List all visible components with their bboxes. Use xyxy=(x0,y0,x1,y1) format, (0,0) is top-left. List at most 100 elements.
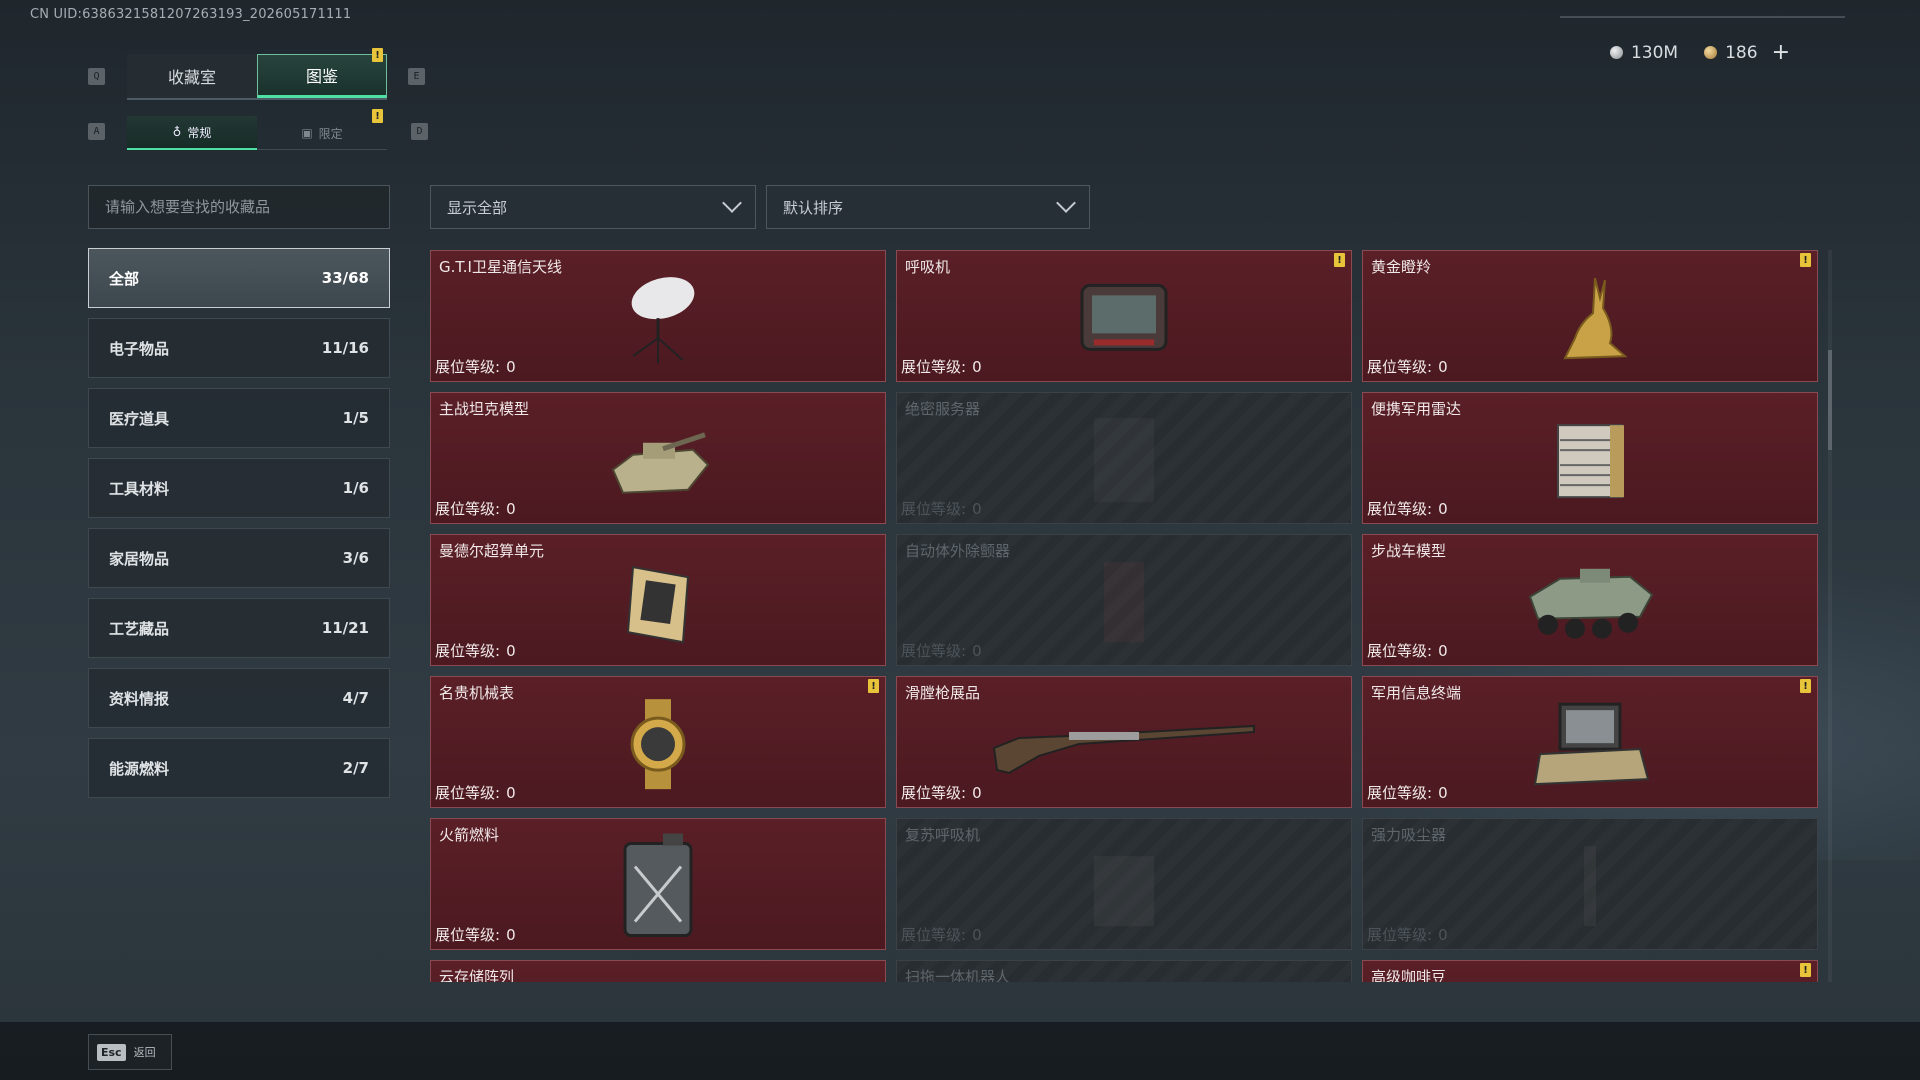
booth-level-label: 展位等级: xyxy=(901,642,967,660)
new-item-badge: ! xyxy=(1800,963,1811,977)
booth-level: 展位等级: 0 xyxy=(435,924,516,945)
booth-level: 展位等级: 0 xyxy=(435,498,516,519)
category-item[interactable]: 能源燃料 2/7 xyxy=(88,738,390,798)
bottom-bar xyxy=(0,1022,1920,1080)
collection-card[interactable]: 扫拖一体机器人 xyxy=(896,960,1352,982)
item-name: 便携军用雷达 xyxy=(1371,400,1462,418)
item-name: 高级咖啡豆 xyxy=(1371,968,1447,982)
category-item[interactable]: 医疗道具 1/5 xyxy=(88,388,390,448)
alert-badge: ! xyxy=(372,109,383,123)
collection-card[interactable]: 主战坦克模型 展位等级: 0 xyxy=(430,392,886,524)
category-item[interactable]: 家居物品 3/6 xyxy=(88,528,390,588)
new-item-badge: ! xyxy=(1800,253,1811,267)
category-count: 3/6 xyxy=(342,549,369,567)
add-currency-button[interactable]: + xyxy=(1772,40,1790,65)
booth-level-value: 0 xyxy=(506,926,516,944)
booth-level-label: 展位等级: xyxy=(1367,500,1433,518)
collection-card[interactable]: 名贵机械表 展位等级: 0! xyxy=(430,676,886,808)
silver-currency: 130M xyxy=(1609,42,1679,63)
alert-badge: ! xyxy=(372,48,383,62)
booth-level-label: 展位等级: xyxy=(435,358,501,376)
server-icon xyxy=(1079,410,1169,514)
key-hint-e: E xyxy=(408,68,425,85)
collection-card[interactable]: 强力吸尘器 展位等级: 0 xyxy=(1362,818,1818,950)
sort-dropdown[interactable]: 默认排序 xyxy=(766,185,1090,229)
collection-card[interactable]: G.T.I卫星通信天线展位等级: 0 xyxy=(430,250,886,382)
item-name: 步战车模型 xyxy=(1371,542,1447,560)
collection-card[interactable]: 云存储阵列 xyxy=(430,960,886,982)
booth-level-label: 展位等级: xyxy=(1367,358,1433,376)
collection-card[interactable]: 军用信息终端 展位等级: 0! xyxy=(1362,676,1818,808)
category-item[interactable]: 工具材料 1/6 xyxy=(88,458,390,518)
key-hint-d: D xyxy=(411,123,428,140)
item-name: 黄金瞪羚 xyxy=(1371,258,1432,276)
collection-card[interactable]: 复苏呼吸机 展位等级: 0 xyxy=(896,818,1352,950)
booth-level-label: 展位等级: xyxy=(1367,642,1433,660)
collection-card[interactable]: 黄金瞪羚 展位等级: 0! xyxy=(1362,250,1818,382)
category-count: 11/16 xyxy=(321,339,369,357)
collection-card[interactable]: 高级咖啡豆! xyxy=(1362,960,1818,982)
collection-card[interactable]: 自动体外除颤器 展位等级: 0 xyxy=(896,534,1352,666)
new-item-badge: ! xyxy=(868,679,879,693)
main-tabs: 收藏室 图鉴 xyxy=(127,54,387,100)
booth-level-value: 0 xyxy=(972,358,982,376)
silver-amount: 130M xyxy=(1630,42,1679,63)
collection-card[interactable]: 绝密服务器 展位等级: 0 xyxy=(896,392,1352,524)
item-name: 复苏呼吸机 xyxy=(905,826,981,844)
sub-tabs: ♁ 常规 ▣ 限定 xyxy=(127,116,387,150)
category-count: 33/68 xyxy=(321,269,369,287)
category-item[interactable]: 电子物品 11/16 xyxy=(88,318,390,378)
subtab-limited-label: 限定 xyxy=(318,126,343,141)
category-item[interactable]: 资料情报 4/7 xyxy=(88,668,390,728)
item-name: 云存储阵列 xyxy=(439,968,515,982)
collection-card[interactable]: 呼吸机 展位等级: 0! xyxy=(896,250,1352,382)
item-name: 火箭燃料 xyxy=(439,826,500,844)
collection-card[interactable]: 曼德尔超算单元 展位等级: 0 xyxy=(430,534,886,666)
item-name: 扫拖一体机器人 xyxy=(905,968,1011,982)
collection-card[interactable]: 滑膛枪展品 展位等级: 0 xyxy=(896,676,1352,808)
booth-level-label: 展位等级: xyxy=(1367,926,1433,944)
tab-catalog[interactable]: 图鉴 xyxy=(257,54,387,98)
back-button[interactable]: Esc 返回 xyxy=(88,1034,172,1070)
collection-card[interactable]: 火箭燃料展位等级: 0 xyxy=(430,818,886,950)
item-name: 曼德尔超算单元 xyxy=(439,542,545,560)
musket-icon xyxy=(989,708,1259,782)
collection-card[interactable]: 便携军用雷达 展位等级: 0 xyxy=(1362,392,1818,524)
item-name: 强力吸尘器 xyxy=(1371,826,1447,844)
supercomputer-unit-icon xyxy=(608,552,708,656)
category-item[interactable]: 全部 33/68 xyxy=(88,248,390,308)
ifv-model-icon xyxy=(1520,557,1660,651)
subtab-limited[interactable]: ▣ 限定 xyxy=(257,116,387,150)
collection-card[interactable]: 步战车模型展位等级: 0 xyxy=(1362,534,1818,666)
esc-key-hint: Esc xyxy=(97,1043,126,1061)
item-name: 呼吸机 xyxy=(905,258,951,276)
item-name: G.T.I卫星通信天线 xyxy=(439,258,562,276)
booth-level-value: 0 xyxy=(1438,784,1448,802)
subtab-regular[interactable]: ♁ 常规 xyxy=(127,116,257,150)
category-label: 能源燃料 xyxy=(109,759,170,778)
item-name: 绝密服务器 xyxy=(905,400,981,418)
tab-collection[interactable]: 收藏室 xyxy=(127,54,257,98)
booth-level: 展位等级: 0 xyxy=(901,356,982,377)
booth-level: 展位等级: 0 xyxy=(1367,640,1448,661)
booth-level: 展位等级: 0 xyxy=(435,782,516,803)
filter-dropdown[interactable]: 显示全部 xyxy=(430,185,756,229)
subtab-regular-label: 常规 xyxy=(187,125,212,140)
key-hint-q: Q xyxy=(88,68,105,85)
scrollbar-thumb[interactable] xyxy=(1828,350,1832,450)
booth-level-value: 0 xyxy=(506,784,516,802)
search-input[interactable] xyxy=(88,185,390,229)
category-item[interactable]: 工艺藏品 11/21 xyxy=(88,598,390,658)
booth-level: 展位等级: 0 xyxy=(901,782,982,803)
category-label: 医疗道具 xyxy=(109,409,170,428)
category-label: 资料情报 xyxy=(109,689,170,708)
category-count: 11/21 xyxy=(321,619,369,637)
booth-level-label: 展位等级: xyxy=(1367,784,1433,802)
booth-level-value: 0 xyxy=(506,358,516,376)
category-label: 电子物品 xyxy=(109,339,170,358)
booth-level-label: 展位等级: xyxy=(435,642,501,660)
terminal-icon xyxy=(1530,694,1650,798)
sort-dropdown-label: 默认排序 xyxy=(783,198,844,217)
booth-level-label: 展位等级: xyxy=(901,784,967,802)
category-label: 家居物品 xyxy=(109,549,170,568)
